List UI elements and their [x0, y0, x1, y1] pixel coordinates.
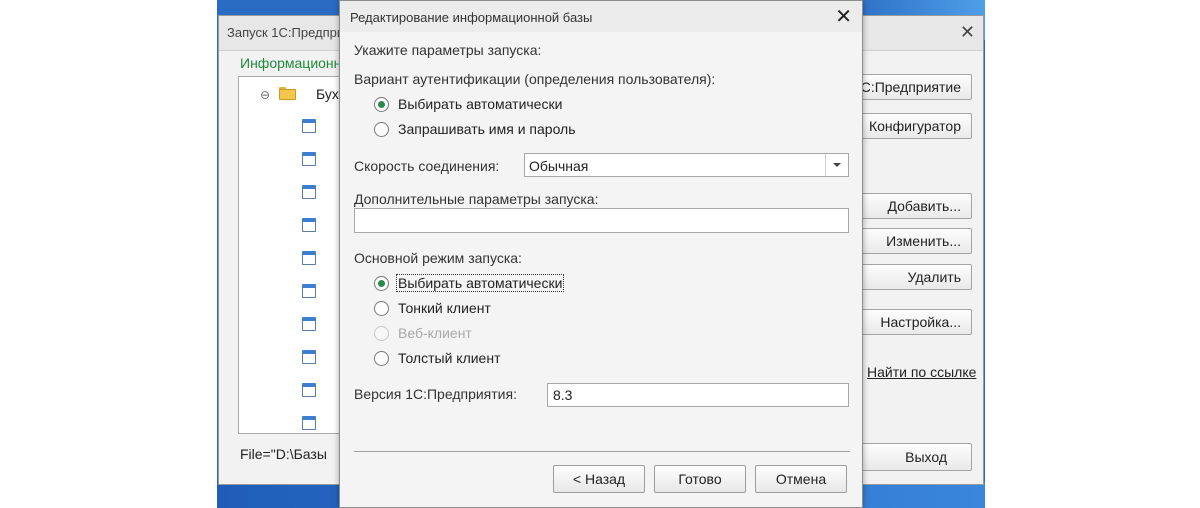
close-icon[interactable]: ✕	[835, 4, 852, 29]
speed-select[interactable]: Обычная	[524, 153, 849, 177]
infobase-icon[interactable]	[302, 251, 316, 265]
version-label: Версия 1С:Предприятия:	[354, 386, 517, 402]
mode-thick-radio[interactable]	[374, 351, 389, 366]
launch-params-heading: Укажите параметры запуска:	[354, 42, 542, 58]
cancel-button[interactable]: Отмена	[755, 465, 847, 493]
version-input[interactable]	[547, 383, 849, 407]
infobase-icon[interactable]	[302, 218, 316, 232]
tree-folder-label[interactable]: Бух	[316, 86, 339, 102]
dialog-body: Укажите параметры запуска: Вариант аутен…	[341, 32, 861, 508]
speed-value: Обычная	[529, 158, 589, 174]
extra-params-label: Дополнительные параметры запуска:	[354, 191, 599, 207]
infobase-list[interactable]: ⊖ Бух	[238, 76, 348, 434]
infobase-icon[interactable]	[302, 350, 316, 364]
auth-prompt-label[interactable]: Запрашивать имя и пароль	[398, 121, 576, 137]
mode-thin-label[interactable]: Тонкий клиент	[398, 300, 491, 316]
extra-params-input[interactable]	[354, 208, 849, 233]
infobase-icon[interactable]	[302, 119, 316, 133]
auth-prompt-radio[interactable]	[374, 122, 389, 137]
enterprise-button[interactable]: 1С:Предприятие	[844, 74, 972, 100]
mode-label: Основной режим запуска:	[354, 250, 522, 266]
infobase-path: File="D:\Базы	[240, 446, 327, 462]
mode-thick-label[interactable]: Толстый клиент	[398, 350, 501, 366]
designer-button[interactable]: Конфигуратор	[844, 113, 972, 139]
exit-button[interactable]: Выход	[844, 443, 972, 471]
infobase-icon[interactable]	[302, 284, 316, 298]
mode-auto-radio[interactable]	[374, 276, 389, 291]
infobase-icon[interactable]	[302, 416, 316, 430]
mode-auto-label[interactable]: Выбирать автоматически	[395, 274, 565, 292]
edit-button[interactable]: Изменить...	[844, 228, 972, 254]
infobase-icon[interactable]	[302, 383, 316, 397]
infobase-icon[interactable]	[302, 317, 316, 331]
back-button[interactable]: < Назад	[553, 465, 645, 493]
auth-auto-label[interactable]: Выбирать автоматически	[398, 96, 562, 112]
find-by-link[interactable]: Найти по ссылке	[867, 364, 976, 380]
speed-label: Скорость соединения:	[354, 158, 500, 174]
folder-icon	[279, 87, 296, 100]
button-separator	[354, 451, 850, 452]
mode-web-radio	[374, 326, 389, 341]
chevron-down-icon[interactable]	[825, 154, 848, 176]
auth-label: Вариант аутентификации (определения поль…	[354, 71, 716, 87]
edit-infobase-dialog: Редактирование информационной базы ✕ Ука…	[339, 0, 863, 508]
mode-web-label: Веб-клиент	[398, 325, 472, 341]
close-icon[interactable]: ✕	[960, 22, 975, 43]
settings-button[interactable]: Настройка...	[844, 309, 972, 335]
dialog-titlebar: Редактирование информационной базы ✕	[340, 1, 862, 32]
dialog-title: Редактирование информационной базы	[350, 10, 593, 25]
infobase-icon[interactable]	[302, 152, 316, 166]
infobase-icon[interactable]	[302, 185, 316, 199]
auth-auto-radio[interactable]	[374, 97, 389, 112]
delete-button[interactable]: Удалить	[844, 264, 972, 290]
add-button[interactable]: Добавить...	[844, 193, 972, 219]
mode-thin-radio[interactable]	[374, 301, 389, 316]
collapse-icon[interactable]: ⊖	[260, 88, 270, 102]
finish-button[interactable]: Готово	[654, 465, 746, 493]
